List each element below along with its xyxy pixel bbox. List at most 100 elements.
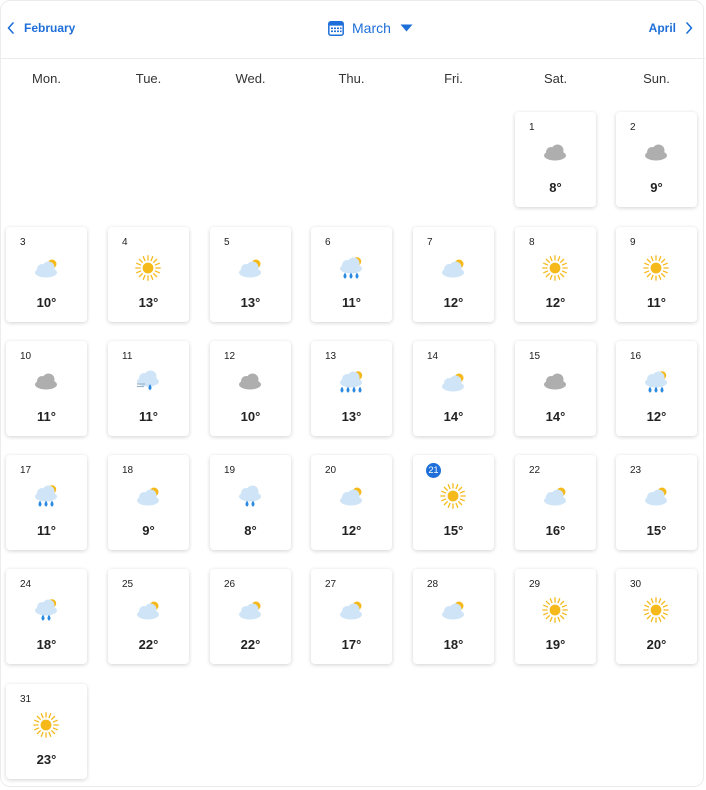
day-number: 16 (630, 351, 642, 362)
partly-cloudy-icon (235, 595, 265, 625)
day-cell-28[interactable]: 28 18° (413, 569, 494, 664)
day-cell-15[interactable]: 15 14° (515, 341, 596, 436)
temperature: 8° (549, 180, 562, 195)
temperature: 22° (240, 637, 261, 652)
partly-cloudy-icon (31, 253, 61, 283)
day-cell-25[interactable]: 25 22° (108, 569, 189, 664)
temperature: 9° (650, 180, 663, 195)
day-cell-24[interactable]: 24 18° (6, 569, 87, 664)
day-cell-1[interactable]: 1 8° (515, 112, 596, 207)
partly-cloudy-icon (133, 481, 163, 511)
day-number: 20 (325, 465, 337, 476)
day-cell-7[interactable]: 7 12° (413, 227, 494, 322)
temperature: 22° (138, 637, 159, 652)
weekday-label: Mon. (32, 71, 61, 86)
temperature: 12° (545, 295, 566, 310)
partly-cloudy-rain-icon (31, 481, 61, 511)
day-number: 12 (224, 351, 236, 362)
day-cell-14[interactable]: 14 14° (413, 341, 494, 436)
day-number: 1 (529, 122, 535, 133)
day-cell-12[interactable]: 12 10° (210, 341, 291, 436)
sunny-icon (641, 595, 671, 625)
temperature: 19° (545, 637, 566, 652)
day-cell-8[interactable]: 8 12° (515, 227, 596, 322)
day-cell-5[interactable]: 5 13° (210, 227, 291, 322)
cloud-rain-icon (235, 481, 265, 511)
day-cell-10[interactable]: 10 11° (6, 341, 87, 436)
day-number: 17 (20, 465, 32, 476)
day-cell-19[interactable]: 19 8° (210, 455, 291, 550)
day-cell-30[interactable]: 30 20° (616, 569, 697, 664)
caret-down-icon (400, 24, 413, 32)
previous-month-link[interactable]: February (7, 21, 75, 35)
partly-cloudy-icon (438, 253, 468, 283)
sunny-icon (31, 710, 61, 740)
day-cell-18[interactable]: 18 9° (108, 455, 189, 550)
partly-cloudy-heavy-rain-icon (336, 367, 366, 397)
partly-cloudy-rain-icon (641, 367, 671, 397)
day-number: 13 (325, 351, 337, 362)
day-number: 15 (529, 351, 541, 362)
temperature: 14° (443, 409, 464, 424)
partly-cloudy-icon (438, 367, 468, 397)
day-cell-3[interactable]: 3 10° (6, 227, 87, 322)
day-cell-20[interactable]: 20 12° (311, 455, 392, 550)
day-number: 2 (630, 122, 636, 133)
sunny-icon (438, 481, 468, 511)
weekday-label: Wed. (235, 71, 266, 86)
day-number: 18 (122, 465, 134, 476)
temperature: 18° (443, 637, 464, 652)
day-cell-9[interactable]: 9 11° (616, 227, 697, 322)
day-cell-31[interactable]: 31 23° (6, 684, 87, 779)
weekday-label: Tue. (135, 71, 162, 86)
temperature: 11° (37, 409, 56, 424)
day-cell-22[interactable]: 22 16° (515, 455, 596, 550)
day-number: 9 (630, 237, 636, 248)
day-number: 14 (427, 351, 439, 362)
temperature: 10° (240, 409, 261, 424)
temperature: 11° (139, 409, 158, 424)
partly-cloudy-light-rain-icon (31, 595, 61, 625)
partly-cloudy-icon (540, 481, 570, 511)
temperature: 13° (240, 295, 261, 310)
day-cell-2[interactable]: 2 9° (616, 112, 697, 207)
today-day-number: 21 (426, 463, 441, 478)
temperature: 16° (545, 523, 566, 538)
day-number: 27 (325, 579, 337, 590)
day-cell-26[interactable]: 26 22° (210, 569, 291, 664)
sunny-icon (641, 253, 671, 283)
day-cell-21[interactable]: 21 15° (413, 455, 494, 550)
day-cell-16[interactable]: 16 12° (616, 341, 697, 436)
day-cell-13[interactable]: 13 13° (311, 341, 392, 436)
day-cell-29[interactable]: 29 19° (515, 569, 596, 664)
day-cell-4[interactable]: 4 13° (108, 227, 189, 322)
day-number: 11 (122, 351, 133, 362)
sunny-icon (133, 253, 163, 283)
temperature: 23° (36, 752, 57, 767)
day-cell-27[interactable]: 27 17° (311, 569, 392, 664)
day-number: 4 (122, 237, 128, 248)
day-number: 5 (224, 237, 230, 248)
weekday-header: Mon. Tue. Wed. Thu. Fri. Sat. Sun. (1, 71, 706, 91)
cloudy-icon (235, 367, 265, 397)
day-number: 19 (224, 465, 236, 476)
day-cell-6[interactable]: 6 11° (311, 227, 392, 322)
day-cell-11[interactable]: 11 11° (108, 341, 189, 436)
day-number: 29 (529, 579, 541, 590)
cloudy-icon (540, 138, 570, 168)
temperature: 12° (646, 409, 667, 424)
temperature: 11° (37, 523, 56, 538)
temperature: 13° (341, 409, 362, 424)
partly-cloudy-icon (336, 595, 366, 625)
month-dropdown[interactable]: March (328, 20, 413, 36)
partly-cloudy-rain-icon (336, 253, 366, 283)
next-month-label: April (648, 21, 676, 35)
calendar-icon (328, 21, 344, 36)
day-cell-17[interactable]: 17 11° (6, 455, 87, 550)
cloudy-icon (641, 138, 671, 168)
day-number: 24 (20, 579, 32, 590)
day-cell-23[interactable]: 23 15° (616, 455, 697, 550)
day-number: 7 (427, 237, 433, 248)
day-number: 22 (529, 465, 541, 476)
next-month-link[interactable]: April (649, 21, 693, 35)
